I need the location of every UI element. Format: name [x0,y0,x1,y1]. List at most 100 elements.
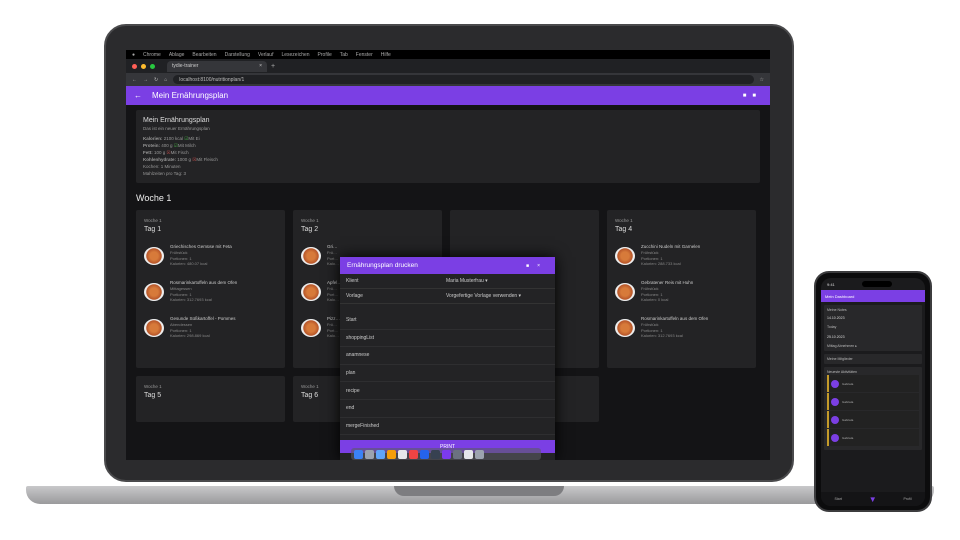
print-icon[interactable]: ■ [743,93,753,99]
vscode-icon[interactable] [420,449,429,459]
save-icon[interactable]: ■ [526,263,537,269]
activity-name: Gabriela [842,399,854,404]
activity-item[interactable]: Gabriela [827,411,919,428]
avatar [831,415,839,424]
day-card: Woche 1 Tag 4 Zucchini Nudeln mit Garnel… [607,210,756,368]
meal-item[interactable]: Gesunde Süßkartoffel - Pommes Abendessen P… [144,316,277,342]
meal-kcal: Kalorien: 288.733 kcal [641,261,681,266]
meal-image [144,319,164,337]
logo-icon[interactable]: ▼ [869,495,877,504]
new-tab-icon[interactable]: + [271,63,275,70]
back-arrow-icon[interactable]: ← [134,91,142,100]
mac-menu-2[interactable]: Bearbeiten [192,52,216,58]
mac-menu-8[interactable]: Fenster [356,52,373,58]
mail-icon[interactable] [376,449,385,459]
phone-screen: 9:41 Mein Dashboard Meine Notes 14.10.20… [821,278,925,506]
activity-name: Gabriela [842,381,854,386]
nutrition-label: Fett: [143,150,153,155]
step-item: recipe [340,382,555,400]
mac-menu-5[interactable]: Lesezeichen [281,52,309,58]
tab-title: tydie-trainer [172,63,199,69]
dialog-title: Ernährungsplan drucken [347,262,418,269]
activity-item[interactable]: Gabriela [827,375,919,392]
nutrition-label: Kohlenhydrate: [143,157,177,162]
window-minimize-icon[interactable] [141,63,146,69]
meal-kcal: Kalo… [327,333,340,338]
template-label: Vorlage [346,293,363,299]
meals-per-day: Mahlzeiten pro Tag: 3 [143,171,186,176]
day-card: Woche 1 Tag 5 [136,376,285,422]
back-icon[interactable]: ← [132,77,137,83]
nav-start[interactable]: Start [834,497,841,501]
step-item: plan [340,365,555,383]
tab-close-icon[interactable]: × [259,63,262,69]
mac-menu-bar: ● Chrome Ablage Bearbeiten Darstellung V… [126,50,770,59]
reload-icon[interactable]: ↻ [154,77,158,83]
browser-url-bar: ← → ↻ ⌂ localhost:8100/nutritionplan/1 ☆ [126,73,770,86]
meal-image [144,283,164,301]
nutrition-value: 1000 g [177,157,192,162]
app-icon[interactable] [442,449,451,459]
step-item: mergeFinished [340,418,555,436]
step-item: end [340,400,555,418]
main-content: Mein Ernährungsplan Das ist ein neuer Er… [126,105,770,460]
close-icon[interactable]: × [537,263,548,269]
nutrition-row-3: Kohlenhydrate: 1000 g ☒Mit Fleisch [143,156,753,163]
print-steps-list: Start shoppingList anamnese plan recipe … [340,312,555,436]
browser-tab[interactable]: tydie-trainer × [167,60,267,72]
chrome-icon[interactable] [409,449,418,459]
nutrition-row-2: Fett: 100 g ☒Mit Fisch [143,149,753,156]
document-icon[interactable] [464,449,473,459]
meal-item[interactable]: Rosmarinkartoffeln aus dem Ofen Frühstück… [615,316,748,342]
nutrition-flag: Mit Fleisch [196,157,218,162]
window-maximize-icon[interactable] [150,63,155,69]
mac-menu-6[interactable]: Profile [318,52,332,58]
meal-kcal: Kalo… [327,261,340,266]
mac-menu-0[interactable]: Chrome [143,52,161,58]
meal-item[interactable]: Zucchini Nudeln mit Garnelen Frühstück Por… [615,244,748,270]
meal-item[interactable]: Griechisches Gemüse mit Feta Frühstück Por… [144,244,277,270]
apple-icon[interactable]: ● [132,52,135,58]
meal-image [301,319,321,337]
week-title: Woche 1 [136,193,172,203]
window-close-icon[interactable] [132,63,137,69]
template-select[interactable]: Vorlage Vorgefertige Vorlage verwenden ▾ [340,289,555,304]
client-select[interactable]: Klient Maria Musterfrau ▾ [340,274,555,289]
browser-tab-bar: tydie-trainer × + [126,59,770,73]
mac-menu-7[interactable]: Tab [340,52,348,58]
nav-profile[interactable]: Profil [904,497,912,501]
nutrition-flag: Mit Fisch [170,150,189,155]
mac-menu-3[interactable]: Darstellung [225,52,250,58]
home-icon[interactable]: ⌂ [164,77,167,83]
mac-menu-1[interactable]: Ablage [169,52,185,58]
finder-icon[interactable] [354,449,363,459]
mac-menu-9[interactable]: Hilfe [381,52,391,58]
nutrition-label: Kalorien: [143,136,163,141]
trash-icon[interactable] [475,449,484,459]
dialog-actions: ■× [526,263,548,269]
calendar-icon[interactable] [398,449,407,459]
activity-name: Gabriela [842,417,854,422]
meal-image [615,319,635,337]
day-card: Woche 1 Tag 1 Griechisches Gemüse mit Fe… [136,210,285,368]
notes-icon[interactable] [387,449,396,459]
forward-icon[interactable]: → [143,77,148,83]
activity-item[interactable]: Gabriela [827,429,919,446]
phone-status-bar: 9:41 [821,278,925,290]
members-link[interactable]: Meine Mitglieder [824,354,922,364]
save-icon[interactable]: ■ [752,93,762,99]
meal-kcal: Kalorien: 0 kcal [641,297,669,302]
mac-menu-4[interactable]: Verlauf [258,52,274,58]
notes-card[interactable]: Meine Notes 14.10.2023 Today 25.10.2023 … [824,305,922,351]
meal-item[interactable]: Gebratener Reis mit Huhn Frühstück Portion… [615,280,748,306]
meal-item[interactable]: Rosmarinkartoffeln aus dem Ofen Mittagess… [144,280,277,306]
day-name: Tag 1 [144,226,162,233]
activity-item[interactable]: Gabriela [827,393,919,410]
address-input[interactable]: localhost:8100/nutritionplan/1 [173,75,754,84]
settings-icon[interactable] [453,449,462,459]
activity-name: Gabriela [842,435,854,440]
launchpad-icon[interactable] [365,449,374,459]
phone-app-bar: Mein Dashboard [821,290,925,302]
bookmark-star-icon[interactable]: ☆ [760,77,764,83]
terminal-icon[interactable] [431,449,440,459]
